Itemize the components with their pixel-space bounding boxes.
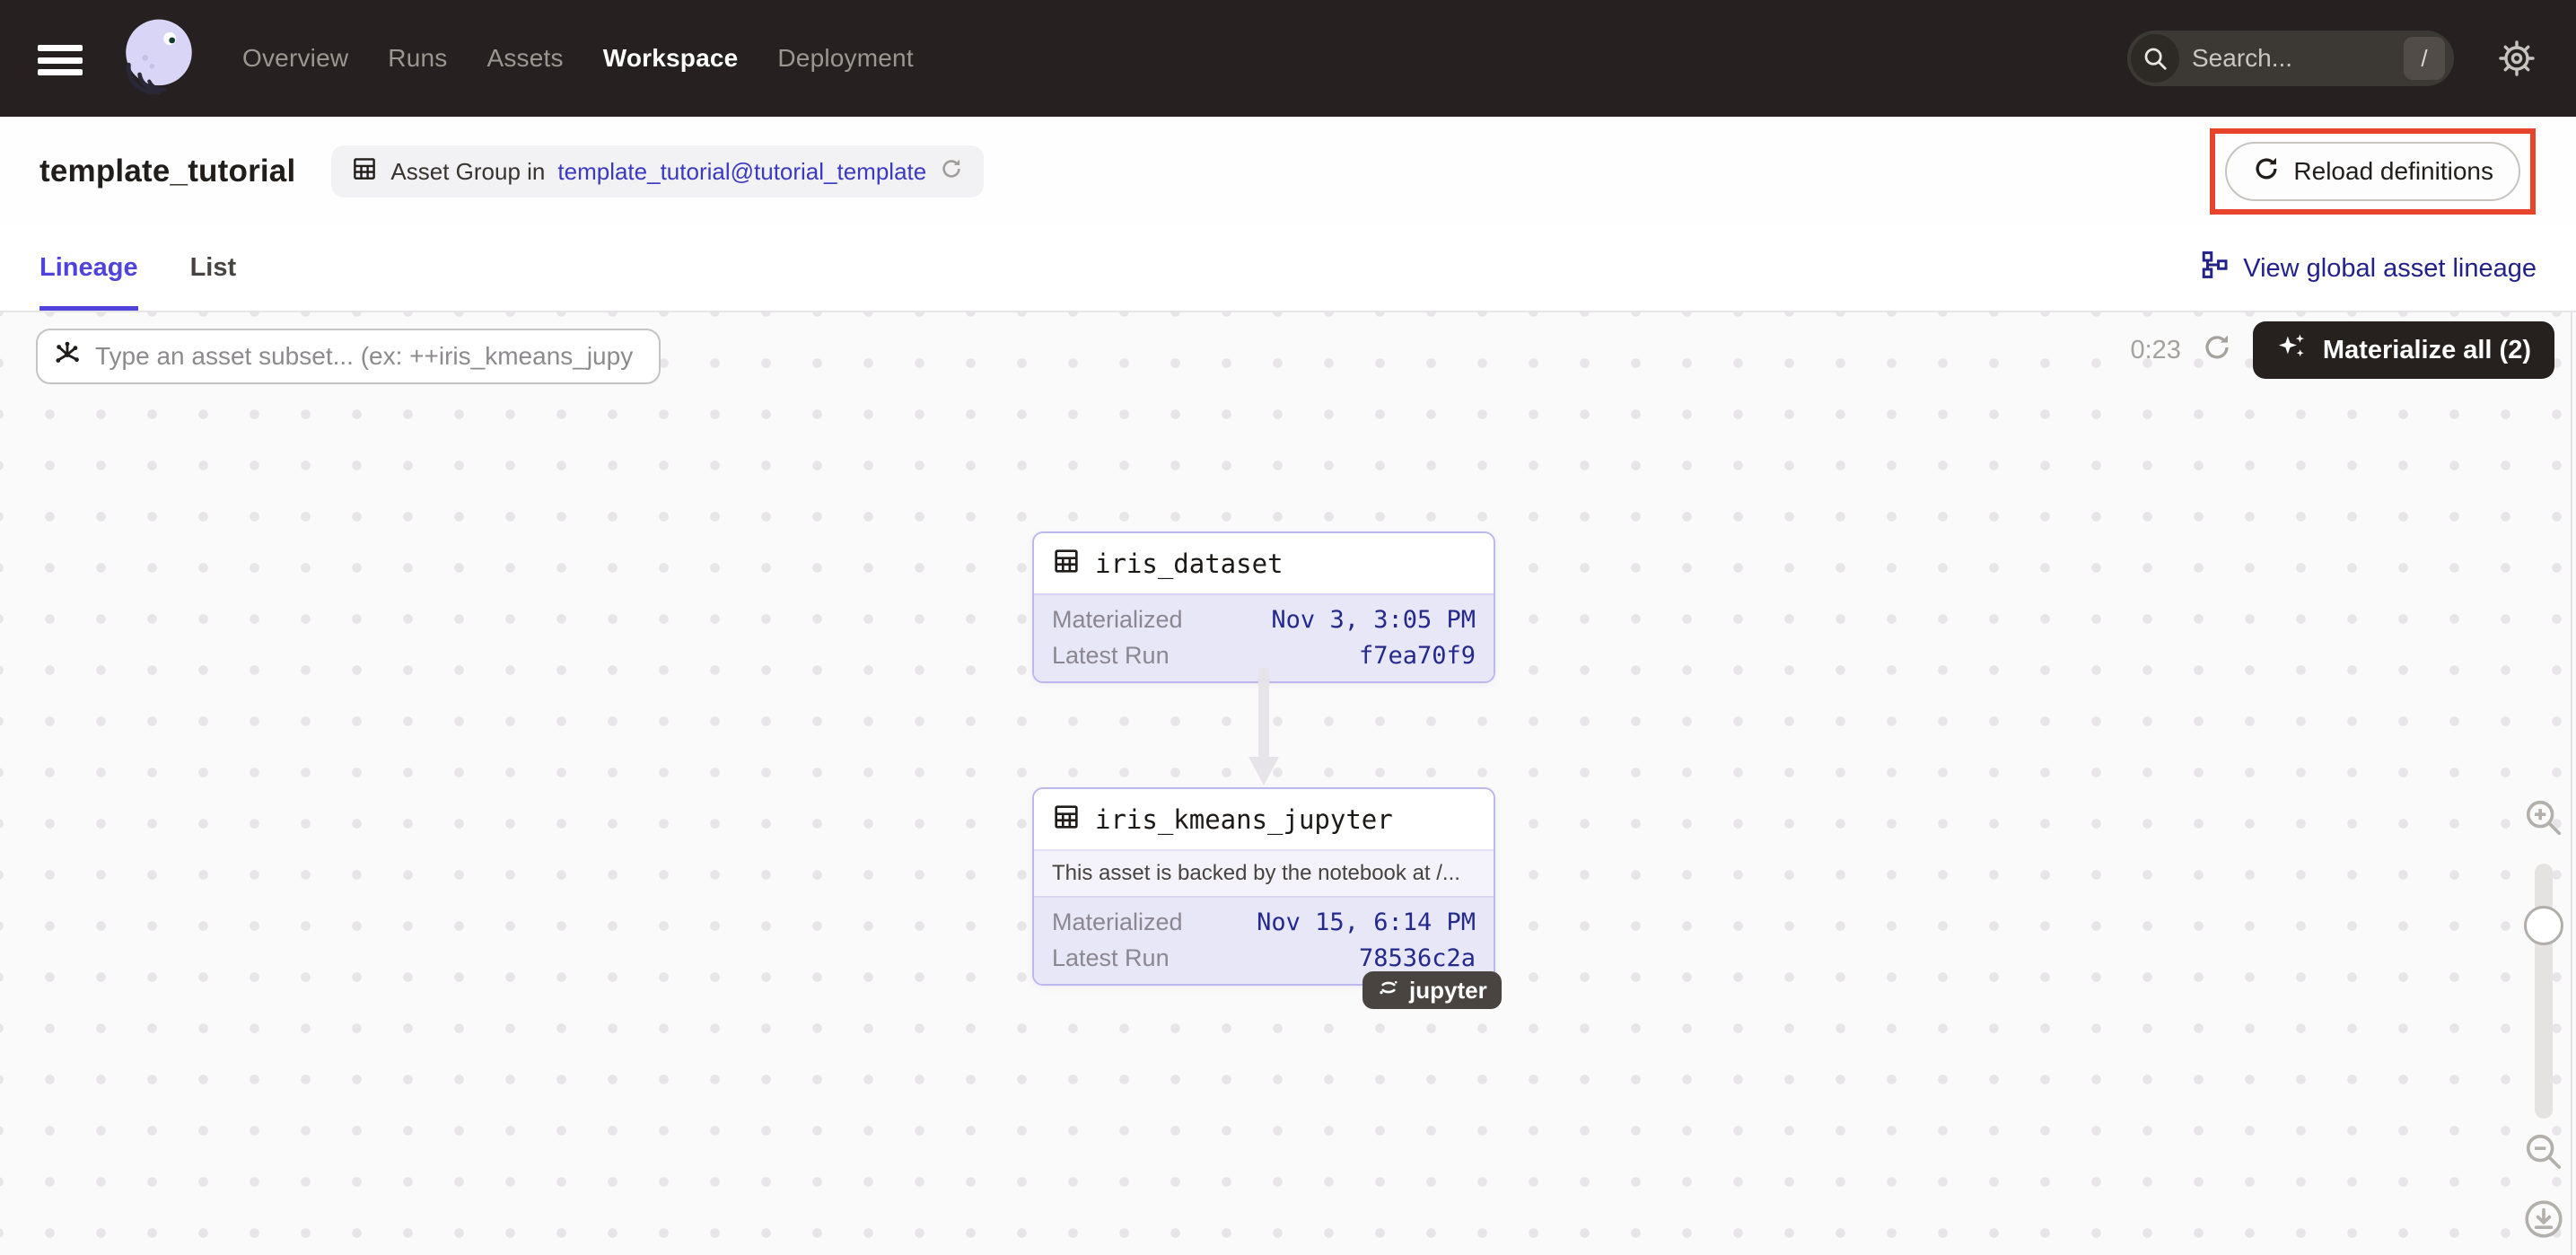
badge-reload-icon[interactable] — [939, 156, 964, 188]
canvas-refresh-icon[interactable] — [2201, 331, 2233, 369]
asset-graph-icon — [52, 339, 83, 374]
materialized-time-link[interactable]: Nov 15, 6:14 PM — [1257, 908, 1476, 936]
view-tabs: Lineage List View global asset lineage — [0, 226, 2576, 312]
annotation-highlight-box: Reload definitions — [2210, 128, 2536, 215]
asset-group-badge-prefix: Asset Group in — [390, 158, 545, 186]
page-header: template_tutorial Asset Group in templat… — [0, 117, 2576, 226]
zoom-controls — [2519, 797, 2569, 1241]
asset-node-header: iris_dataset — [1034, 533, 1494, 593]
asset-group-badge: Asset Group in template_tutorial@tutoria… — [331, 145, 984, 197]
asset-node-iris-dataset[interactable]: iris_dataset Materialized Nov 3, 3:05 PM… — [1032, 531, 1495, 683]
nav-item-runs[interactable]: Runs — [388, 44, 447, 73]
nav-item-overview[interactable]: Overview — [242, 44, 348, 73]
asset-description: This asset is backed by the notebook at … — [1034, 849, 1494, 896]
table-grid-icon — [1052, 803, 1081, 836]
zoom-out-icon[interactable] — [2523, 1131, 2564, 1172]
table-grid-icon — [351, 155, 378, 189]
canvas-actions: 0:23 Materialize all (2) — [2130, 321, 2554, 379]
nav-item-deployment[interactable]: Deployment — [777, 44, 913, 73]
dagster-logo-icon[interactable] — [115, 13, 203, 105]
download-image-icon[interactable] — [2522, 1198, 2565, 1241]
asset-name: iris_dataset — [1095, 549, 1284, 579]
nav-item-assets[interactable]: Assets — [486, 44, 563, 73]
tab-lineage[interactable]: Lineage — [39, 226, 138, 311]
zoom-slider-thumb[interactable] — [2524, 906, 2563, 945]
latest-run-link[interactable]: f7ea70f9 — [1359, 642, 1476, 670]
lineage-graph-icon — [2200, 250, 2230, 287]
sparkle-icon — [2276, 330, 2309, 370]
canvas-right-divider — [2571, 312, 2572, 1255]
view-global-asset-lineage-link[interactable]: View global asset lineage — [2200, 226, 2537, 311]
menu-hamburger-icon[interactable] — [38, 45, 83, 75]
tab-list[interactable]: List — [190, 226, 237, 311]
asset-node-header: iris_kmeans_jupyter — [1034, 789, 1494, 849]
asset-subset-filter[interactable] — [36, 329, 661, 384]
latest-run-label: Latest Run — [1052, 642, 1170, 670]
nav-item-workspace[interactable]: Workspace — [603, 44, 739, 73]
search-icon — [2131, 34, 2179, 83]
reload-icon — [2252, 154, 2281, 189]
repo-location-link[interactable]: template_tutorial@tutorial_template — [557, 158, 926, 186]
page-title: template_tutorial — [39, 154, 295, 189]
top-nav-bar: Overview Runs Assets Workspace Deploymen… — [0, 0, 2576, 117]
materialized-label: Materialized — [1052, 908, 1183, 936]
search-shortcut-key: / — [2404, 37, 2445, 80]
reload-definitions-label: Reload definitions — [2293, 157, 2493, 186]
reload-definitions-button[interactable]: Reload definitions — [2225, 142, 2520, 201]
latest-run-label: Latest Run — [1052, 944, 1170, 972]
asset-subset-input[interactable] — [83, 342, 644, 371]
view-global-asset-lineage-label: View global asset lineage — [2243, 254, 2537, 284]
global-search[interactable]: / — [2127, 31, 2454, 86]
settings-gear-icon[interactable] — [2495, 37, 2538, 80]
materialize-all-button[interactable]: Materialize all (2) — [2253, 321, 2554, 379]
compute-kind-tag-jupyter[interactable]: jupyter — [1362, 971, 1502, 1009]
materialized-time-link[interactable]: Nov 3, 3:05 PM — [1271, 606, 1476, 634]
table-grid-icon — [1052, 547, 1081, 580]
asset-name: iris_kmeans_jupyter — [1095, 804, 1393, 835]
primary-nav: Overview Runs Assets Workspace Deploymen… — [242, 44, 914, 73]
zoom-in-icon[interactable] — [2523, 797, 2564, 838]
latest-run-link[interactable]: 78536c2a — [1359, 944, 1476, 972]
lineage-canvas[interactable]: 0:23 Materialize all (2) iris_dataset Ma… — [0, 312, 2576, 1255]
search-input[interactable] — [2179, 44, 2404, 73]
compute-kind-tag-label: jupyter — [1409, 977, 1487, 1005]
jupyter-icon — [1377, 976, 1400, 1005]
materialized-label: Materialized — [1052, 606, 1183, 634]
lineage-edge-arrow — [1246, 668, 1282, 791]
asset-node-iris-kmeans-jupyter[interactable]: iris_kmeans_jupyter This asset is backed… — [1032, 787, 1495, 986]
refresh-timer: 0:23 — [2130, 336, 2180, 365]
materialize-all-label: Materialize all (2) — [2323, 336, 2531, 365]
zoom-slider[interactable] — [2535, 864, 2553, 1119]
